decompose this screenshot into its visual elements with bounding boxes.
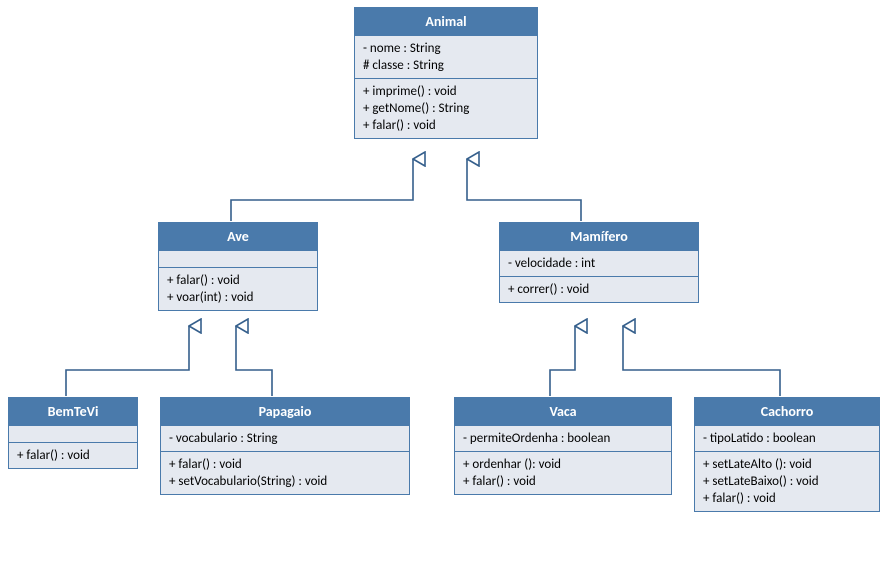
attributes: - nome : String # classe : String (355, 35, 537, 78)
class-title: Mamífero (500, 223, 698, 250)
operations: + imprime() : void + getNome() : String … (355, 78, 537, 138)
attributes (159, 250, 317, 267)
operation: + falar() : void (363, 117, 529, 134)
operation: + voar(int) : void (167, 289, 309, 306)
class-bemtevi: BemTeVi + falar() : void (8, 397, 138, 469)
attributes: - vocabulario : String (161, 425, 409, 451)
class-papagaio: Papagaio - vocabulario : String + falar(… (160, 397, 410, 495)
operations: + correr() : void (500, 276, 698, 302)
operation: + setLateAlto (): void (703, 456, 871, 473)
operations: + ordenhar (): void + falar() : void (455, 451, 671, 494)
operation: + falar() : void (169, 456, 401, 473)
attribute: - vocabulario : String (169, 430, 401, 447)
class-title: Papagaio (161, 398, 409, 425)
operation: + correr() : void (508, 281, 690, 298)
attribute: - velocidade : int (508, 255, 690, 272)
class-ave: Ave + falar() : void + voar(int) : void (158, 222, 318, 311)
operations: + falar() : void + voar(int) : void (159, 267, 317, 310)
operation: + falar() : void (463, 473, 663, 490)
class-title: Cachorro (695, 398, 879, 425)
attribute: - tipoLatido : boolean (703, 430, 871, 447)
class-title: BemTeVi (9, 398, 137, 425)
class-title: Vaca (455, 398, 671, 425)
operation: + falar() : void (703, 490, 871, 507)
attributes (9, 425, 137, 442)
operation: + falar() : void (167, 272, 309, 289)
attributes: - tipoLatido : boolean (695, 425, 879, 451)
attribute: - nome : String (363, 40, 529, 57)
operation: + setLateBaixo() : void (703, 473, 871, 490)
class-cachorro: Cachorro - tipoLatido : boolean + setLat… (694, 397, 880, 512)
operations: + setLateAlto (): void + setLateBaixo() … (695, 451, 879, 511)
operations: + falar() : void (9, 442, 137, 468)
operation: + setVocabulario(String) : void (169, 473, 401, 490)
attribute: # classe : String (363, 57, 529, 74)
class-mamifero: Mamífero - velocidade : int + correr() :… (499, 222, 699, 303)
class-title: Animal (355, 8, 537, 35)
operations: + falar() : void + setVocabulario(String… (161, 451, 409, 494)
attributes: - velocidade : int (500, 250, 698, 276)
operation: + getNome() : String (363, 100, 529, 117)
operation: + ordenhar (): void (463, 456, 663, 473)
attribute: - permiteOrdenha : boolean (463, 430, 663, 447)
uml-diagram: Animal - nome : String # classe : String… (0, 0, 886, 570)
class-title: Ave (159, 223, 317, 250)
operation: + imprime() : void (363, 83, 529, 100)
operation: + falar() : void (17, 447, 129, 464)
class-vaca: Vaca - permiteOrdenha : boolean + ordenh… (454, 397, 672, 495)
class-animal: Animal - nome : String # classe : String… (354, 7, 538, 139)
attributes: - permiteOrdenha : boolean (455, 425, 671, 451)
